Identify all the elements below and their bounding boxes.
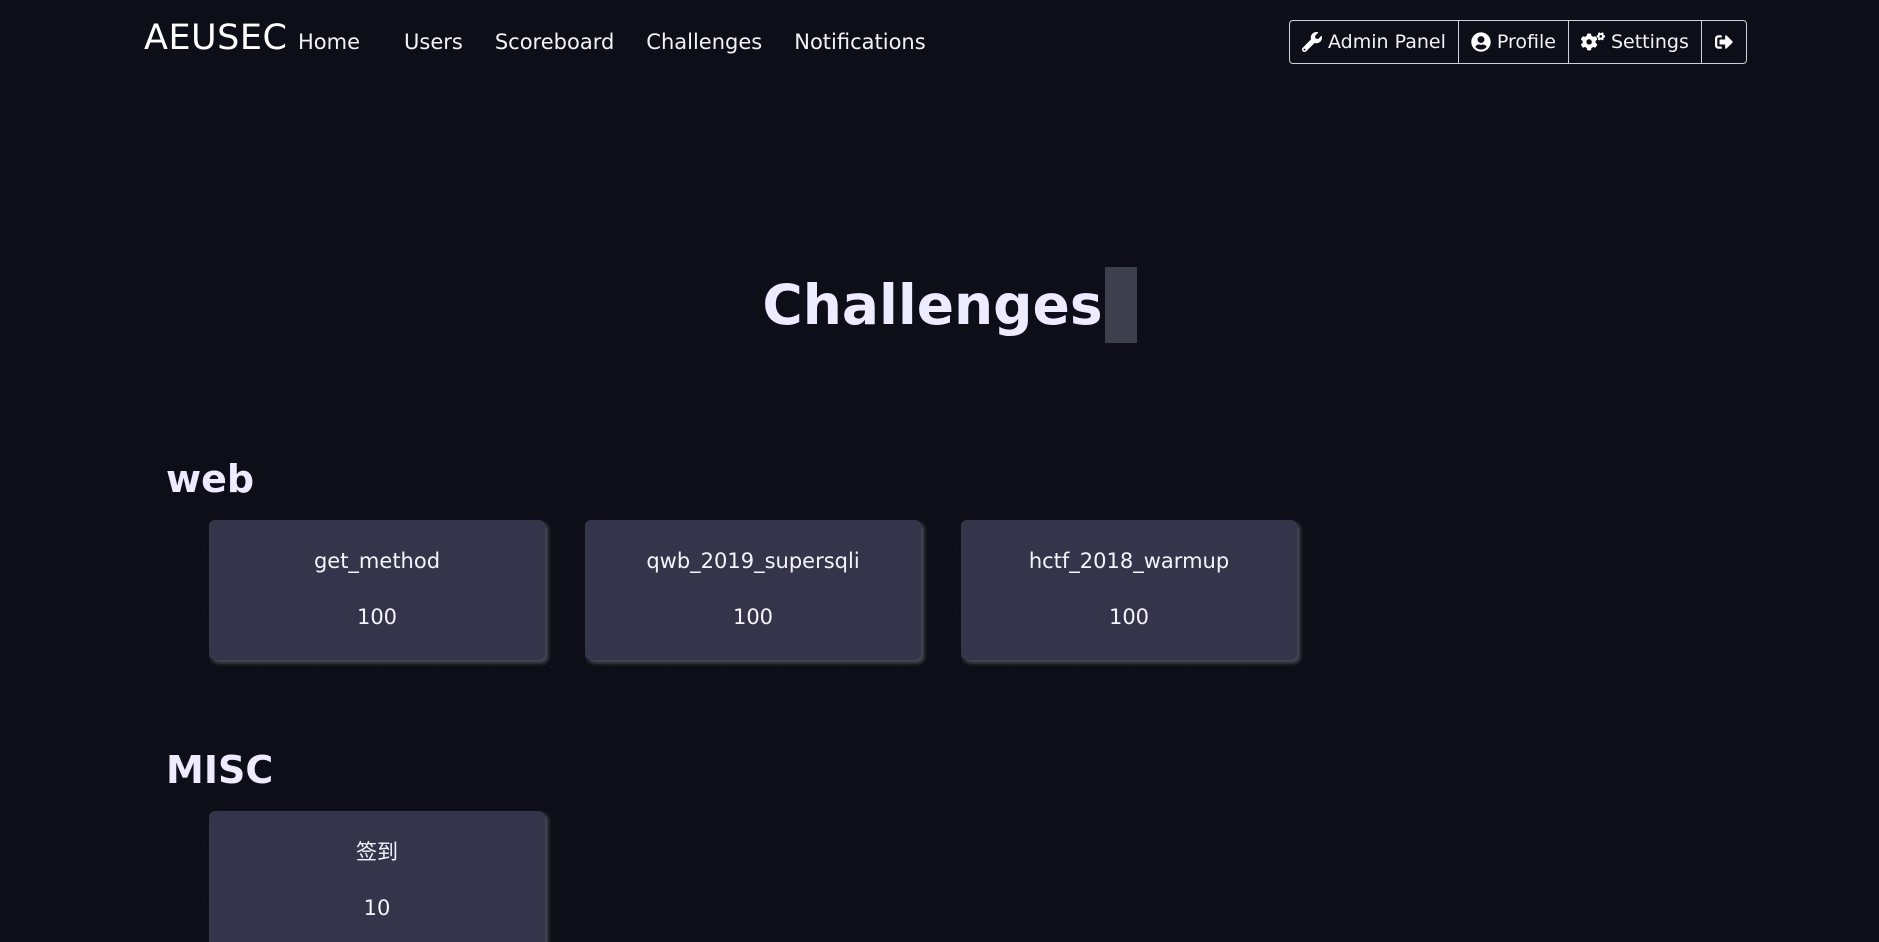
profile-label: Profile <box>1496 31 1556 53</box>
page-header: Challenges <box>0 230 1879 380</box>
nav-link-scoreboard[interactable]: Scoreboard <box>479 27 630 57</box>
page-title: Challenges <box>762 266 1137 343</box>
challenge-card[interactable]: qwb_2019_supersqli 100 <box>585 520 921 660</box>
challenge-list: get_method 100 qwb_2019_supersqli 100 hc… <box>209 520 1337 660</box>
user-circle-icon <box>1471 32 1491 52</box>
nav-link-users[interactable]: Users <box>388 27 479 57</box>
navbar: AEUSEC Home Users Scoreboard Challenges … <box>0 0 1879 84</box>
page-title-text: Challenges <box>762 272 1103 337</box>
challenge-points: 100 <box>356 605 398 629</box>
challenge-points: 100 <box>732 605 774 629</box>
challenge-name: 签到 <box>356 840 398 864</box>
nav-link-challenges[interactable]: Challenges <box>630 27 778 57</box>
logout-button[interactable] <box>1700 21 1746 63</box>
brand-logo[interactable]: AEUSEC <box>144 18 287 58</box>
typing-cursor <box>1104 266 1137 343</box>
category-misc: MISC 签到 10 <box>166 747 545 942</box>
admin-panel-button[interactable]: Admin Panel <box>1290 21 1458 63</box>
settings-button[interactable]: Settings <box>1567 21 1701 63</box>
challenge-points: 10 <box>363 896 391 920</box>
nav-link-home[interactable]: Home <box>282 27 388 57</box>
wrench-icon <box>1302 32 1322 52</box>
nav-link-notifications[interactable]: Notifications <box>778 27 941 57</box>
category-web: web get_method 100 qwb_2019_supersqli 10… <box>166 456 1297 660</box>
category-title: MISC <box>166 748 274 792</box>
challenge-name: qwb_2019_supersqli <box>646 549 860 573</box>
nav-links: Home Users Scoreboard Challenges Notific… <box>282 27 942 57</box>
challenge-card[interactable]: 签到 10 <box>209 811 545 942</box>
cogs-icon <box>1580 32 1605 52</box>
settings-label: Settings <box>1610 31 1689 53</box>
profile-button[interactable]: Profile <box>1457 21 1568 63</box>
category-title: web <box>166 457 255 501</box>
user-button-group: Admin Panel Profile Settings <box>1289 20 1747 64</box>
sign-out-icon <box>1714 33 1734 51</box>
challenge-name: hctf_2018_warmup <box>1028 549 1230 573</box>
challenge-name: get_method <box>313 549 441 573</box>
challenge-card[interactable]: hctf_2018_warmup 100 <box>961 520 1297 660</box>
challenge-points: 100 <box>1108 605 1150 629</box>
challenge-card[interactable]: get_method 100 <box>209 520 545 660</box>
admin-panel-label: Admin Panel <box>1328 31 1446 53</box>
challenge-list: 签到 10 <box>209 811 585 942</box>
